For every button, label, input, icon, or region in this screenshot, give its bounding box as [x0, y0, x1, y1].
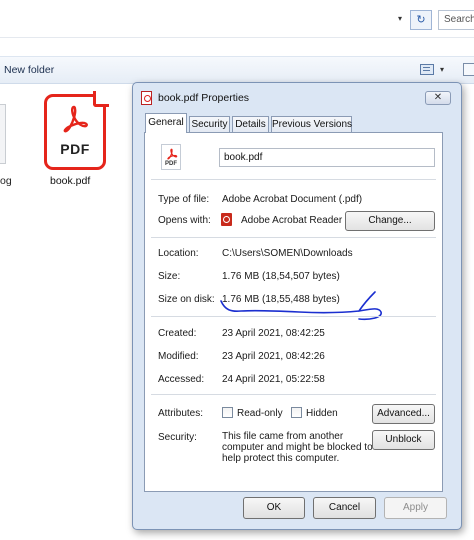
- acrobat-logo-icon: [63, 105, 88, 133]
- divider: [151, 394, 436, 395]
- created-value: 23 April 2021, 08:42:25: [222, 328, 325, 339]
- size-on-disk-label: Size on disk:: [158, 294, 215, 305]
- divider: [151, 316, 436, 317]
- dialog-title: book.pdf Properties: [158, 92, 250, 104]
- size-label: Size:: [158, 271, 181, 282]
- created-label: Created:: [158, 328, 197, 339]
- security-message-line: computer and might be blocked to: [222, 442, 373, 453]
- tab-security[interactable]: Security: [189, 116, 230, 132]
- ok-button[interactable]: OK: [243, 497, 305, 519]
- address-bar-area: ▾ ↻ Search: [0, 0, 474, 38]
- hidden-checkbox[interactable]: [291, 407, 302, 418]
- tab-general[interactable]: General: [145, 113, 187, 133]
- modified-label: Modified:: [158, 351, 199, 362]
- refresh-icon[interactable]: ↻: [410, 10, 432, 30]
- pdf-file-icon: PDF: [161, 144, 181, 170]
- divider: [151, 237, 436, 238]
- opens-with-value: Adobe Acrobat Reader: [241, 215, 343, 226]
- divider: [151, 179, 436, 180]
- security-label: Security:: [158, 432, 197, 443]
- tab-details[interactable]: Details: [232, 116, 269, 132]
- location-label: Location:: [158, 248, 199, 259]
- read-only-checkbox[interactable]: [222, 407, 233, 418]
- advanced-button[interactable]: Advanced...: [372, 404, 435, 424]
- new-folder-button[interactable]: New folder: [4, 64, 54, 76]
- read-only-label[interactable]: Read-only: [237, 408, 283, 419]
- security-message-line: This file came from another: [222, 431, 344, 442]
- pdf-icon-text: PDF: [165, 161, 177, 167]
- type-of-file-label: Type of file:: [158, 194, 210, 205]
- cancel-button[interactable]: Cancel: [313, 497, 376, 519]
- file-icon[interactable]: [0, 104, 6, 164]
- unblock-button[interactable]: Unblock: [372, 430, 435, 450]
- location-value: C:\Users\SOMEN\Downloads: [222, 248, 353, 259]
- modified-value: 23 April 2021, 08:42:26: [222, 351, 325, 362]
- page-fold-corner: [93, 91, 109, 107]
- hidden-label[interactable]: Hidden: [306, 408, 338, 419]
- attributes-label: Attributes:: [158, 408, 204, 419]
- acrobat-logo-icon: [167, 148, 178, 160]
- change-button[interactable]: Change...: [345, 211, 435, 231]
- view-dropdown-icon[interactable]: ▾: [440, 65, 444, 74]
- general-tab-panel: PDF book.pdf Type of file: Adobe Acrobat…: [144, 132, 443, 492]
- pdf-file-icon[interactable]: PDF: [44, 91, 109, 170]
- type-of-file-value: Adobe Acrobat Document (.pdf): [222, 194, 363, 205]
- size-on-disk-value: 1.76 MB (18,55,488 bytes): [222, 294, 340, 305]
- pdf-icon-text: PDF: [60, 141, 90, 157]
- accessed-value: 24 April 2021, 05:22:58: [222, 374, 325, 385]
- properties-dialog: book.pdf Properties ✕ General Security D…: [132, 82, 462, 530]
- security-message-line: help protect this computer.: [222, 453, 340, 464]
- pdf-document-icon: [141, 91, 152, 105]
- tab-previous-versions[interactable]: Previous Versions: [271, 116, 352, 132]
- search-input[interactable]: Search: [438, 10, 474, 30]
- apply-button[interactable]: Apply: [384, 497, 447, 519]
- file-label[interactable]: book.pdf: [50, 175, 90, 187]
- close-button[interactable]: ✕: [425, 91, 451, 105]
- preview-pane-icon[interactable]: [463, 63, 474, 76]
- file-label[interactable]: og: [0, 175, 12, 187]
- accessed-label: Accessed:: [158, 374, 205, 385]
- opens-with-label: Opens with:: [158, 215, 211, 226]
- acrobat-reader-icon: [221, 213, 232, 226]
- file-name-field[interactable]: book.pdf: [219, 148, 435, 167]
- address-dropdown-icon[interactable]: ▾: [395, 14, 405, 24]
- change-view-icon[interactable]: [420, 64, 434, 75]
- size-value: 1.76 MB (18,54,507 bytes): [222, 271, 340, 282]
- explorer-toolbar: New folder ▾: [0, 56, 474, 84]
